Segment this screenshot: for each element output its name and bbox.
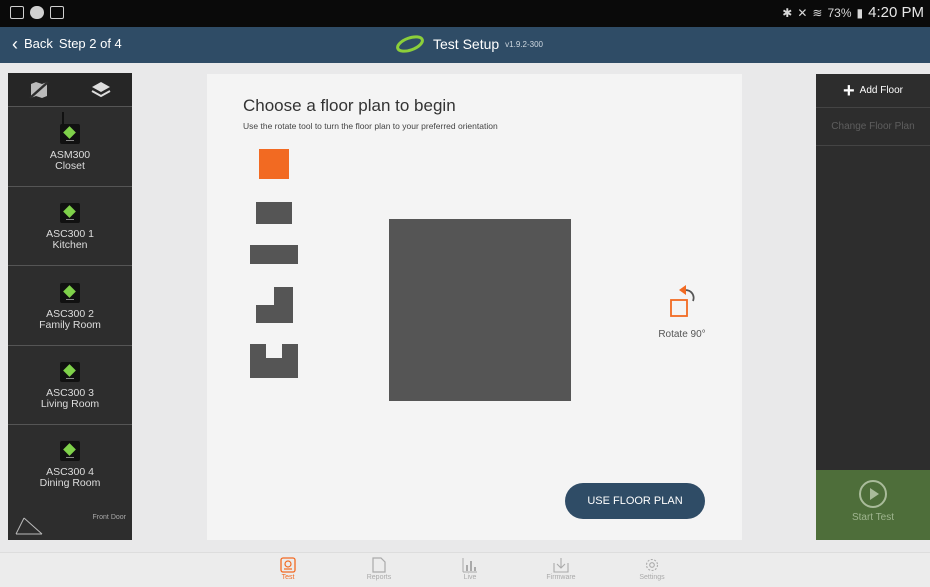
door-icon (15, 517, 43, 535)
device-model: ASM300 (49, 148, 91, 161)
hide-map-tool[interactable] (28, 79, 50, 101)
bottom-nav: Test Reports Live Firmware Settings (0, 552, 930, 587)
status-bar: ✱ ✕ ≋ 73% ▮ 4:20 PM (0, 0, 930, 27)
nav-label: Settings (639, 574, 665, 581)
device-panel: ASM300 Closet ASC300 1 Kitchen ASC300 2 … (8, 73, 132, 540)
back-label: Back (24, 36, 53, 51)
main-subtext: Use the rotate tool to turn the floor pl… (243, 121, 498, 131)
nav-label: Test (281, 574, 295, 581)
rotate-label: Rotate 90° (658, 329, 706, 340)
document-icon (372, 557, 386, 573)
front-door-item[interactable]: Front Door (8, 508, 132, 540)
test-icon (280, 557, 296, 573)
wifi-icon: ≋ (812, 5, 823, 20)
back-button[interactable]: ‹ Back Step 2 of 4 (12, 33, 122, 54)
main-heading: Choose a floor plan to begin (243, 96, 456, 115)
use-floor-plan-button[interactable]: USE FLOOR PLAN (565, 483, 705, 519)
status-right: ✱ ✕ ≋ 73% ▮ 4:20 PM (782, 4, 924, 21)
sensor-icon (60, 362, 80, 382)
device-location: Family Room (39, 318, 101, 331)
floor-plan-option-wide[interactable] (250, 245, 298, 264)
nav-live[interactable]: Live (440, 556, 500, 581)
play-icon (859, 480, 887, 508)
map-off-icon (29, 80, 49, 99)
notification-icons (10, 6, 64, 19)
floor-plan-option-square[interactable] (259, 149, 289, 179)
sensor-icon (60, 111, 80, 144)
floor-plan-preview (389, 219, 571, 401)
floor-plan-option-l-shape[interactable] (256, 287, 293, 323)
battery-icon: ▮ (856, 5, 864, 20)
device-item-asc300-4[interactable]: ASC300 4 Dining Room (8, 425, 132, 489)
device-item-asc300-1[interactable]: ASC300 1 Kitchen (8, 187, 132, 266)
floor-plan-option-u-shape[interactable] (250, 344, 298, 378)
sensor-icon (60, 282, 80, 303)
device-location: Living Room (40, 398, 100, 410)
panel-toolbar (8, 73, 132, 107)
layers-icon (91, 81, 111, 97)
device-item-asm300[interactable]: ASM300 Closet (8, 107, 132, 187)
bluetooth-icon: ✱ (782, 5, 793, 20)
device-location: Kitchen (52, 239, 88, 251)
gear-icon (645, 558, 659, 572)
battery-label: 73% (827, 5, 852, 20)
image-icon (10, 6, 24, 19)
step-indicator: Step 2 of 4 (58, 36, 122, 51)
page-title: Test Setup (433, 36, 500, 52)
device-location: Closet (55, 159, 85, 172)
download-icon (553, 558, 569, 573)
floor-panel: + Add Floor Change Floor Plan Start Test (816, 74, 930, 540)
app-title: Test Setup v1.9.2-300 (395, 35, 543, 53)
clock: 4:20 PM (868, 4, 924, 21)
app-bar: ‹ Back Step 2 of 4 Test Setup v1.9.2-300 (0, 27, 930, 63)
start-test-label: Start Test (851, 512, 895, 523)
floor-plan-chooser: Choose a floor plan to begin Use the rot… (207, 74, 742, 540)
start-test-button[interactable]: Start Test (816, 470, 930, 540)
device-model: ASC300 2 (46, 307, 94, 320)
add-floor-label: Add Floor (859, 85, 904, 96)
nav-reports[interactable]: Reports (349, 556, 409, 581)
device-location: Dining Room (39, 477, 101, 489)
app-icon (30, 6, 44, 19)
rotate-button[interactable]: Rotate 90° (647, 284, 717, 340)
nav-label: Reports (366, 574, 392, 581)
nav-firmware[interactable]: Firmware (531, 556, 591, 581)
device-item-asc300-2[interactable]: ASC300 2 Family Room (8, 266, 132, 346)
mail-icon (50, 6, 64, 19)
device-item-asc300-3[interactable]: ASC300 3 Living Room (8, 346, 132, 425)
layers-tool[interactable] (90, 79, 112, 101)
logo-icon (396, 35, 424, 53)
change-floor-plan-button[interactable]: Change Floor Plan (816, 108, 930, 146)
nav-settings[interactable]: Settings (622, 556, 682, 581)
add-floor-button[interactable]: + Add Floor (816, 74, 930, 108)
rotate-icon (670, 285, 695, 317)
sensor-icon (60, 203, 80, 223)
nav-label: Live (463, 574, 477, 581)
floor-plan-option-rect[interactable] (256, 202, 292, 224)
sensor-icon (60, 441, 80, 461)
nav-label: Firmware (546, 574, 576, 581)
chevron-left-icon: ‹ (12, 33, 18, 54)
front-door-label: Front Door (92, 514, 126, 521)
version-label: v1.9.2-300 (505, 39, 543, 49)
bar-chart-icon (462, 558, 477, 573)
plus-icon: + (842, 79, 855, 102)
mute-icon: ✕ (797, 5, 808, 20)
nav-test[interactable]: Test (258, 556, 318, 581)
